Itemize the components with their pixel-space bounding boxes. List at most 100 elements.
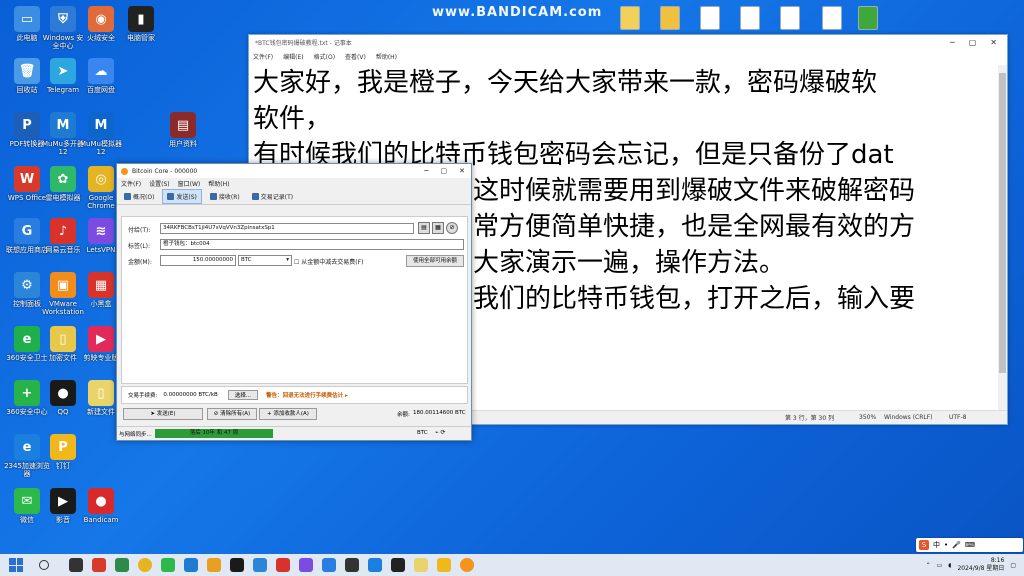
close-icon[interactable]: ✕ <box>990 38 997 47</box>
tab-transactions[interactable]: 交易记录(T) <box>248 190 297 203</box>
network-tray-icon[interactable]: ▭ <box>937 562 943 569</box>
desktop-file-icon[interactable] <box>700 6 720 30</box>
amount-input[interactable]: 150.00000000 <box>160 255 236 266</box>
ime-punct[interactable]: • <box>944 541 948 549</box>
tab-send[interactable]: 发送(S) <box>162 188 202 204</box>
notepad-scrollbar[interactable] <box>998 65 1007 410</box>
minimize-icon[interactable]: ─ <box>950 38 955 47</box>
send-button[interactable]: ➤ 发送(E) <box>123 408 203 420</box>
chrome-taskbar-icon[interactable] <box>138 558 152 572</box>
maximize-icon[interactable]: ▢ <box>969 38 977 47</box>
menu-edit[interactable]: 编辑(E) <box>283 52 303 61</box>
tab-overview[interactable]: 概况(O) <box>120 190 158 203</box>
clock[interactable]: 8:16 2024/9/8 星期日 <box>957 557 1004 573</box>
menu-file[interactable]: 文件(F) <box>121 179 141 188</box>
paste-icon[interactable]: ▦ <box>432 222 444 234</box>
text-line: 软件， <box>253 104 332 134</box>
subtract-fee-checkbox[interactable]: ☐ 从金额中减去交易费(F) <box>294 257 363 266</box>
tab-label: 交易记录(T) <box>260 193 294 201</box>
desktop-file-icon[interactable] <box>858 6 878 30</box>
bitcoin-titlebar[interactable]: Bitcoin Core - 000000 ─ ▢ ✕ <box>117 164 471 178</box>
ime-mode[interactable]: 中 <box>933 540 940 550</box>
sogou-icon[interactable]: S <box>919 540 929 550</box>
app-icon: ⛨ <box>50 6 76 32</box>
menu-file[interactable]: 文件(F) <box>253 52 273 61</box>
wechat-taskbar-icon[interactable] <box>161 558 175 572</box>
desktop-file-icon[interactable] <box>660 6 680 30</box>
keyboard-icon[interactable]: ⌨ <box>965 541 975 549</box>
address-book-icon[interactable]: ▤ <box>418 222 430 234</box>
vpn-taskbar-icon[interactable] <box>299 558 313 572</box>
music-taskbar-icon[interactable] <box>276 558 290 572</box>
menu-help[interactable]: 帮助(H) <box>208 179 229 188</box>
sync-label: 与网络同步... <box>119 432 152 438</box>
choose-fee-button[interactable]: 选择... <box>227 390 259 400</box>
receive-icon <box>209 192 217 200</box>
clear-icon[interactable]: ⊘ <box>446 222 458 234</box>
search-icon[interactable] <box>39 560 49 570</box>
tray-chevron-icon[interactable]: ⌃ <box>926 562 931 569</box>
bitcoin-taskbar-icon[interactable] <box>460 558 474 572</box>
minimize-icon[interactable]: ─ <box>424 167 428 175</box>
wps-taskbar-icon[interactable] <box>92 558 106 572</box>
unit-select[interactable]: BTC ▾ <box>238 255 292 266</box>
send-icon <box>167 192 175 200</box>
pay-to-label: 付给(T): <box>128 227 151 234</box>
store-taskbar-icon[interactable] <box>322 558 336 572</box>
fee-section: 交易手续费: 0.00000000 BTC/kB 选择... 警告：回退无法进行… <box>121 386 468 404</box>
ime-toolbar[interactable]: S 中 • 🎤 ⌨ <box>916 538 1023 552</box>
terminal-taskbar-icon[interactable] <box>345 558 359 572</box>
menu-settings[interactable]: 设置(S) <box>149 179 170 188</box>
notepad-titlebar[interactable]: *BTC钱包密码爆破教程.txt - 记事本 ─ ▢ ✕ <box>249 35 1007 50</box>
notepad-taskbar-icon[interactable] <box>414 558 428 572</box>
menu-window[interactable]: 窗口(W) <box>178 179 201 188</box>
close-icon[interactable]: ✕ <box>459 167 465 175</box>
app-icon: ♪ <box>50 218 76 244</box>
explorer-taskbar-icon[interactable] <box>207 558 221 572</box>
app-icon: ≋ <box>88 218 114 244</box>
amount-label: 金额(M): <box>128 259 152 266</box>
desktop-icon[interactable]: ☁ 百度网盘 <box>78 58 124 94</box>
clear-button-label: 清除所有(A) <box>220 411 251 417</box>
desktop-file-icon[interactable] <box>822 6 842 30</box>
taskview-icon[interactable] <box>69 558 83 572</box>
desktop-file-icon[interactable] <box>620 6 640 30</box>
maximize-icon[interactable]: ▢ <box>441 167 448 175</box>
desktop-icon[interactable]: M MuMu模拟器12 <box>78 112 124 156</box>
desktop-file-icon[interactable] <box>740 6 760 30</box>
desktop-icon[interactable]: ▤ 用户资料 <box>160 112 206 148</box>
network-icon[interactable]: ⌁ ⟳ <box>435 429 446 436</box>
balance-value: 180.00114600 BTC <box>413 410 466 416</box>
notification-icon[interactable]: ▢ <box>1010 562 1016 569</box>
bandicam-taskbar-icon[interactable] <box>391 558 405 572</box>
menu-format[interactable]: 格式(O) <box>314 52 335 61</box>
settings-taskbar-icon[interactable] <box>253 558 267 572</box>
desktop-file-icon[interactable] <box>780 6 800 30</box>
menu-view[interactable]: 查看(V) <box>345 52 366 61</box>
app-icon: ▤ <box>170 112 196 138</box>
start-button[interactable] <box>9 558 23 572</box>
mumu-taskbar-icon[interactable] <box>184 558 198 572</box>
desktop-icon[interactable]: ▮ 电脑管家 <box>118 6 164 42</box>
desktop-icon[interactable]: ● Bandicam <box>78 488 124 524</box>
fee-value: 0.00000000 BTC/kB <box>163 392 218 398</box>
app-taskbar-icon[interactable] <box>115 558 129 572</box>
bitcoin-title: Bitcoin Core - 000000 <box>132 167 198 175</box>
clear-all-button[interactable]: ⊘ 清除所有(A) <box>207 408 257 420</box>
label-input[interactable]: 橙子钱包：btc004 <box>160 239 464 250</box>
add-recipient-button[interactable]: + 添加收款人(A) <box>259 408 317 420</box>
tab-receive[interactable]: 接收(R) <box>206 190 244 203</box>
app-icon: e <box>14 434 40 460</box>
mic-icon[interactable]: 🎤 <box>952 541 961 549</box>
dingtalk-taskbar-icon[interactable] <box>437 558 451 572</box>
watermark: www.BANDICAM.com <box>432 5 603 20</box>
desktop-icon[interactable]: P 钉钉 <box>40 434 86 470</box>
bitcoin-core-window[interactable]: Bitcoin Core - 000000 ─ ▢ ✕ 文件(F) 设置(S) … <box>116 163 472 441</box>
scroll-thumb[interactable] <box>999 73 1006 373</box>
pay-to-input[interactable]: 34RKFBCBsT1jI4U7sVqVVn3ZpinsatxSp1 <box>160 223 414 234</box>
volume-icon[interactable]: ◖ <box>948 562 951 569</box>
qq-taskbar-icon[interactable] <box>230 558 244 572</box>
browser-taskbar-icon[interactable] <box>368 558 382 572</box>
use-all-button[interactable]: 使用全部可用余额 <box>406 255 464 267</box>
menu-help[interactable]: 帮助(H) <box>376 52 397 61</box>
